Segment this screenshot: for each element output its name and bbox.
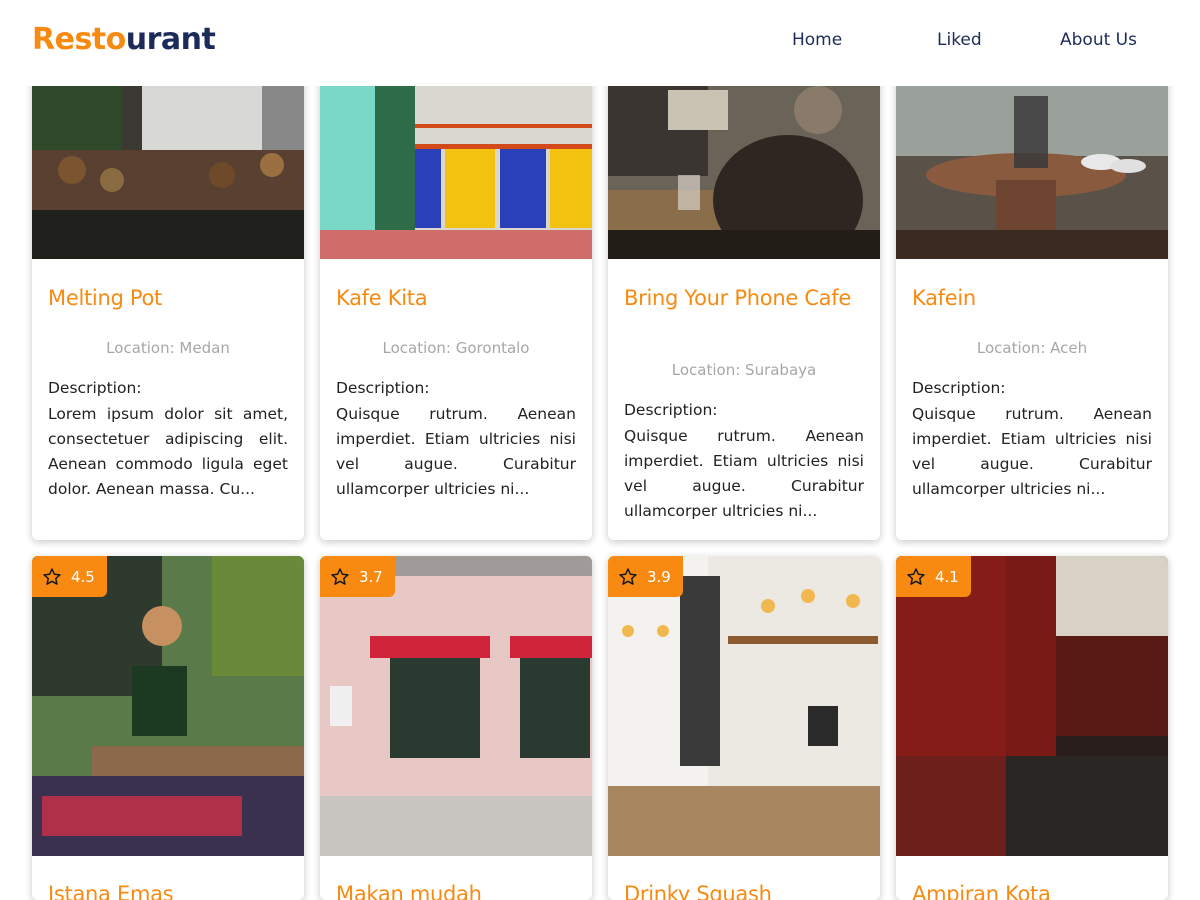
- star-icon: [331, 567, 349, 585]
- restaurant-image: [608, 556, 880, 856]
- rating-badge: 3.9: [608, 556, 683, 597]
- restaurant-name[interactable]: Bring Your Phone Cafe: [624, 282, 864, 315]
- restaurant-description: Quisque rutrum. Aenean imperdiet. Etiam …: [624, 427, 864, 520]
- restaurant-card[interactable]: 3.7 Makan mudah: [320, 556, 592, 900]
- restaurant-card[interactable]: 4.5 Istana Emas: [32, 556, 304, 900]
- site-header: Restourant Home Liked About Us: [0, 0, 1200, 86]
- star-icon: [619, 567, 637, 585]
- nav-home-link[interactable]: Home: [792, 30, 842, 50]
- rating-value: 4.5: [71, 567, 95, 586]
- restaurant-name[interactable]: Melting Pot: [48, 282, 288, 315]
- restaurant-name[interactable]: Kafe Kita: [336, 282, 576, 315]
- restaurant-image: [32, 556, 304, 856]
- rating-badge: 3.7: [320, 556, 395, 597]
- restaurant-card[interactable]: Bring Your Phone Cafe Location: Surabaya…: [608, 40, 880, 540]
- restaurant-location: Location: Gorontalo: [382, 339, 530, 357]
- rating-value: 4.1: [935, 567, 959, 586]
- restaurant-name[interactable]: Ampiran Kota: [912, 878, 1152, 900]
- restaurant-location: Location: Aceh: [976, 339, 1088, 357]
- restaurant-image: [896, 556, 1168, 856]
- description-label: Description:: [912, 379, 1006, 397]
- nav-liked-link[interactable]: Liked: [937, 30, 982, 50]
- restaurant-card[interactable]: Kafein Location: Aceh Description: Quisq…: [896, 40, 1168, 540]
- rating-badge: 4.1: [896, 556, 971, 597]
- restaurant-location: Location: Surabaya: [671, 361, 817, 379]
- description-label: Description:: [48, 379, 142, 397]
- restaurant-card[interactable]: Kafe Kita Location: Gorontalo Descriptio…: [320, 40, 592, 540]
- star-icon: [43, 567, 61, 585]
- star-icon: [907, 567, 925, 585]
- restaurant-description: Quisque rutrum. Aenean imperdiet. Etiam …: [336, 405, 576, 498]
- restaurant-name[interactable]: Drinky Squash: [624, 878, 864, 900]
- restaurant-name[interactable]: Istana Emas: [48, 878, 288, 900]
- restaurant-image: [320, 556, 592, 856]
- rating-value: 3.9: [647, 567, 671, 586]
- restaurant-card[interactable]: 3.9 Drinky Squash: [608, 556, 880, 900]
- restaurant-description: Quisque rutrum. Aenean imperdiet. Etiam …: [912, 405, 1152, 498]
- restaurant-card[interactable]: Melting Pot Location: Medan Description:…: [32, 40, 304, 540]
- restaurant-card[interactable]: 4.1 Ampiran Kota: [896, 556, 1168, 900]
- description-label: Description:: [624, 401, 718, 419]
- description-label: Description:: [336, 379, 430, 397]
- restaurant-name[interactable]: Kafein: [912, 282, 1152, 315]
- rating-value: 3.7: [359, 567, 383, 586]
- brand-logo[interactable]: Restourant: [32, 22, 216, 57]
- restaurant-description: Lorem ipsum dolor sit amet, consectetuer…: [48, 405, 288, 498]
- restaurant-location: Location: Medan: [106, 339, 230, 357]
- restaurant-name[interactable]: Makan mudah: [336, 878, 576, 900]
- nav-about-us-link[interactable]: About Us: [1060, 30, 1137, 50]
- rating-badge: 4.5: [32, 556, 107, 597]
